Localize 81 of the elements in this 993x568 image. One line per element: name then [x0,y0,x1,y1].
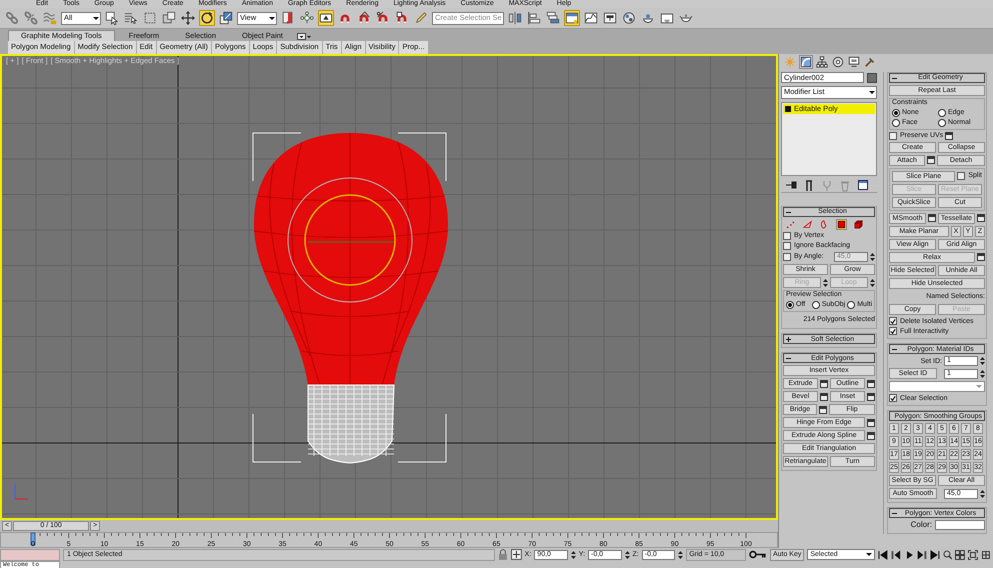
zoom-extents-icon[interactable] [968,550,978,560]
collapse-icon [786,356,791,361]
settings-button[interactable] [867,418,875,427]
settings-button[interactable] [867,380,875,388]
collapse-icon [892,346,897,352]
object-color-swatch[interactable] [867,72,877,82]
configure-icon[interactable] [857,179,869,192]
curved-tool-icon[interactable] [799,55,813,69]
collapse-icon [786,210,791,214]
spinner-arrows[interactable] [870,252,875,262]
lock-icon[interactable] [498,549,508,560]
vertex-dots-icon[interactable] [785,219,796,230]
settings-button[interactable] [867,392,875,401]
rotate-gizmo-drawing[interactable] [288,178,412,302]
collapse-icon [892,76,897,80]
monitor-icon[interactable] [847,55,861,69]
settings-button[interactable] [820,392,828,401]
cube-icon[interactable] [853,219,864,230]
window-icon[interactable] [564,10,580,26]
collapse-icon [892,510,897,516]
keyboard-icon[interactable] [318,10,334,26]
settings-button[interactable] [977,253,985,262]
caret-icon [869,91,875,94]
key-icon[interactable] [749,550,767,559]
caret-icon [866,553,872,556]
next-key-icon[interactable] [916,550,927,560]
circle-target-icon[interactable] [831,55,845,69]
script-listener-field[interactable] [0,548,60,560]
fork-icon[interactable] [803,179,815,192]
settings-button[interactable] [977,214,985,222]
field-label: Color: [910,520,932,530]
checkmark-icon [890,394,896,402]
sphere-grid-icon[interactable] [621,10,637,26]
spinner-arrows[interactable] [980,488,985,499]
settings-button[interactable] [820,380,828,388]
axis-tripod-icon [14,484,28,500]
triangle-outline-icon[interactable] [802,219,813,230]
zoom-icon[interactable] [942,550,952,560]
pencil-icon[interactable] [413,10,429,26]
spinner-arrows[interactable] [678,550,684,560]
crossing-icon[interactable] [161,10,177,26]
expand-icon [786,336,791,342]
wave-icon[interactable] [42,10,58,26]
link-icon[interactable] [4,10,20,26]
spinner-arrows[interactable] [570,550,576,560]
spinner-arrows[interactable] [624,550,630,560]
spinner-arrows[interactable] [980,356,985,366]
settings-button[interactable] [945,132,954,140]
diagram-icon[interactable] [602,10,618,26]
go-to-start-icon[interactable] [878,550,888,560]
color-swatch[interactable] [935,520,985,530]
rotate-icon[interactable] [199,10,215,26]
hammer-icon[interactable] [863,55,877,69]
mirror-icon[interactable] [507,10,523,26]
select-object-icon[interactable] [104,10,120,26]
settings-button[interactable] [819,406,827,414]
curve-graph-icon[interactable] [583,10,599,26]
time-marker[interactable] [30,532,36,546]
caret-icon [93,16,99,20]
layers-icon[interactable] [545,10,561,26]
spinner-arrows[interactable] [980,368,985,379]
node-tree-icon[interactable] [299,10,315,26]
settings-button[interactable] [928,214,936,222]
select-by-name-icon[interactable] [123,10,139,26]
dashed-square-icon[interactable] [142,10,158,26]
caret-icon [269,16,275,20]
ribbon-menu-icon[interactable] [296,33,311,41]
go-to-end-icon[interactable] [930,550,940,560]
zoom-all-icon[interactable] [955,550,966,560]
align-icon[interactable] [526,10,542,26]
caret-icon [976,385,982,388]
settings-button[interactable] [867,432,875,440]
crosshair-icon[interactable] [510,549,522,560]
scale-icon[interactable] [218,10,234,26]
hierarchy-icon[interactable] [815,55,829,69]
filled-square-icon[interactable] [836,219,847,230]
broken-link-icon[interactable] [23,10,39,26]
previous-key-icon[interactable] [891,550,902,560]
zoom-extents-all-icon[interactable] [981,550,991,560]
move-icon[interactable] [180,10,196,26]
settings-button[interactable] [927,156,935,164]
